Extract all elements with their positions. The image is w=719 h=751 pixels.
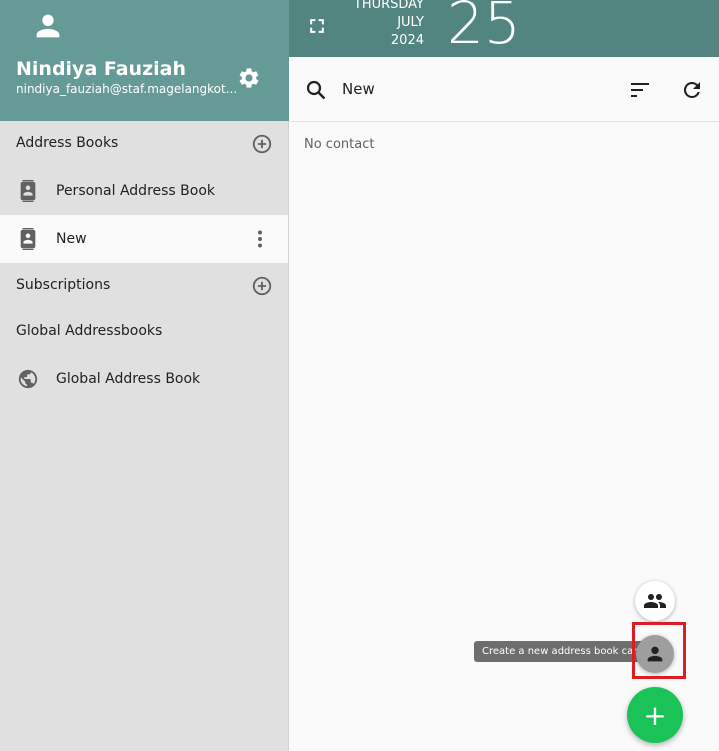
user-name: Nindiya Fauziah bbox=[16, 58, 187, 80]
settings-button[interactable] bbox=[235, 64, 263, 92]
user-header: Nindiya Fauziah nindiya_fauziah@staf.mag… bbox=[0, 0, 289, 121]
add-circle-icon bbox=[252, 276, 272, 296]
date-month: JULY bbox=[397, 15, 424, 30]
add-fab-button[interactable]: + bbox=[627, 687, 683, 743]
more-vert-icon bbox=[258, 230, 262, 248]
refresh-button[interactable] bbox=[679, 77, 705, 103]
sidebar-item-label: New bbox=[56, 231, 87, 247]
sidebar-item-label: Global Address Book bbox=[56, 371, 201, 387]
date-header: THURSDAY JULY 2024 25 bbox=[289, 0, 719, 57]
sort-button[interactable] bbox=[627, 77, 653, 103]
search-button[interactable] bbox=[303, 77, 329, 103]
create-group-button[interactable] bbox=[635, 581, 675, 621]
date-day: 25 bbox=[447, 0, 521, 57]
tooltip: Create a new address book card bbox=[474, 641, 652, 662]
search-icon bbox=[306, 80, 326, 100]
sidebar-item-personal-address-book[interactable]: Personal Address Book bbox=[0, 167, 288, 215]
globe-icon bbox=[16, 367, 40, 391]
toolbar-title: New bbox=[342, 80, 375, 98]
refresh-icon bbox=[683, 81, 700, 98]
toolbar: New bbox=[289, 57, 719, 122]
fullscreen-button[interactable] bbox=[305, 14, 329, 38]
date-weekday: THURSDAY bbox=[353, 0, 424, 12]
empty-list-message: No contact bbox=[304, 137, 375, 152]
sidebar-item-label: Personal Address Book bbox=[56, 183, 216, 199]
global-addressbooks-heading: Global Addressbooks bbox=[16, 323, 163, 339]
subscriptions-heading: Subscriptions bbox=[16, 277, 111, 293]
add-subscription-button[interactable] bbox=[250, 274, 274, 298]
add-circle-icon bbox=[252, 134, 272, 154]
contact-book-icon bbox=[16, 179, 40, 203]
sort-icon bbox=[631, 83, 649, 97]
contact-book-icon bbox=[16, 227, 40, 251]
fullscreen-icon bbox=[310, 19, 324, 33]
date-year: 2024 bbox=[390, 33, 424, 48]
more-options-button[interactable] bbox=[248, 227, 272, 251]
sidebar-item-global-address-book[interactable]: Global Address Book bbox=[0, 355, 288, 403]
user-email: nindiya_fauziah@staf.magelangkot... bbox=[16, 82, 238, 96]
add-address-book-button[interactable] bbox=[250, 132, 274, 156]
plus-icon: + bbox=[643, 698, 667, 732]
address-books-heading: Address Books bbox=[16, 135, 119, 151]
group-icon bbox=[644, 594, 666, 608]
user-avatar-icon[interactable] bbox=[31, 9, 65, 43]
sidebar-item-new[interactable]: New bbox=[0, 215, 288, 263]
highlight-box bbox=[632, 622, 686, 679]
gear-icon bbox=[239, 68, 259, 88]
